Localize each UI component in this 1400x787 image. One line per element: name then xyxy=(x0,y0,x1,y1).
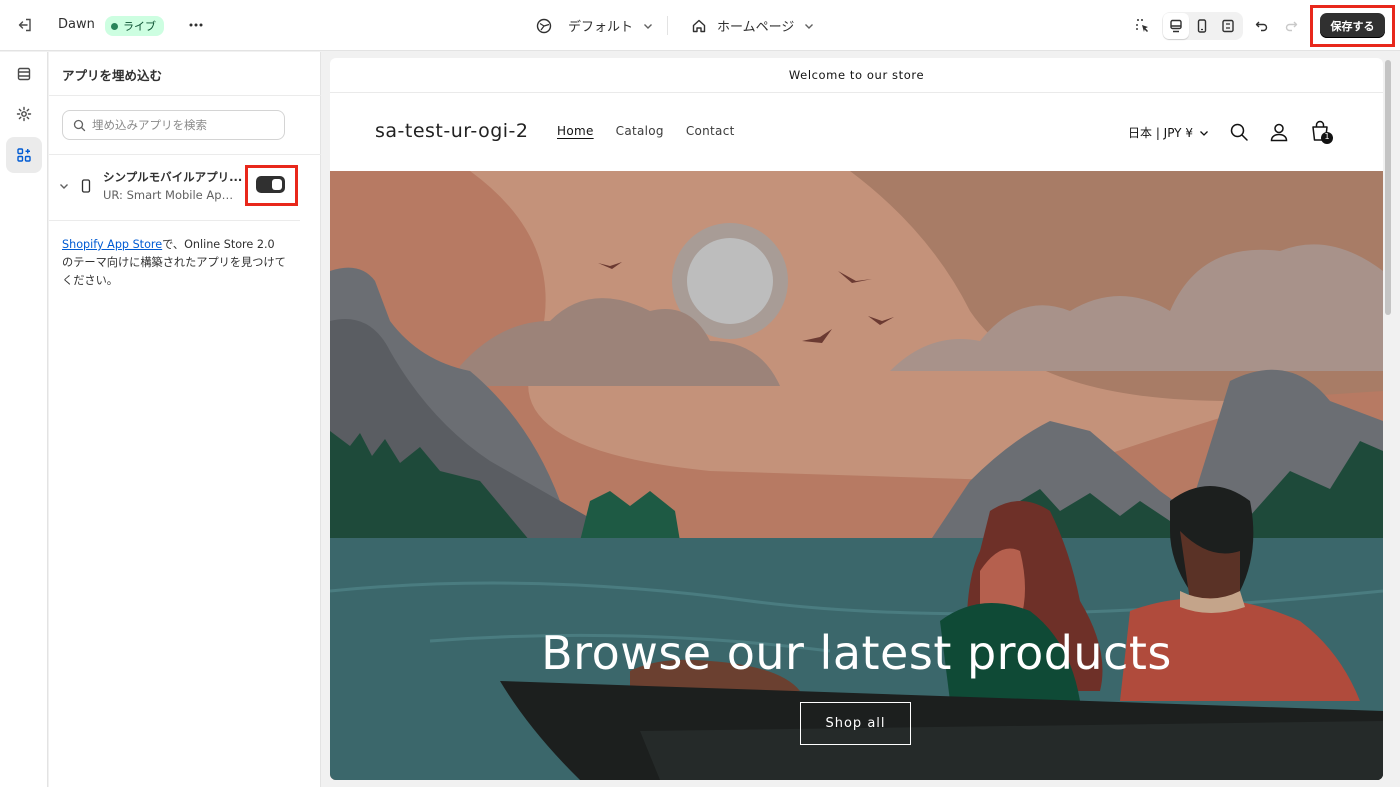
theme-name: Dawn xyxy=(58,17,95,32)
more-actions-icon[interactable] xyxy=(182,11,210,39)
left-rail xyxy=(0,52,48,787)
chevron-down-icon xyxy=(1200,130,1208,136)
redo-icon[interactable] xyxy=(1277,12,1305,40)
hero-illustration xyxy=(330,171,1383,780)
live-dot-icon xyxy=(111,22,118,30)
template-selector[interactable]: デフォルト xyxy=(536,16,653,35)
inspector-icon[interactable] xyxy=(1129,12,1157,40)
search-icon[interactable] xyxy=(1229,122,1249,142)
divider xyxy=(49,220,300,221)
top-bar: Dawn ライブ デフォルト ホームページ 保存する xyxy=(0,0,1400,51)
chevron-down-icon xyxy=(805,23,814,29)
search-input[interactable] xyxy=(92,118,272,132)
account-icon[interactable] xyxy=(1269,122,1289,142)
page-selector-label: ホームページ xyxy=(717,20,795,35)
desktop-view-icon[interactable] xyxy=(1163,13,1189,39)
store-nav: Home Catalog Contact xyxy=(557,124,735,138)
app-embeds-icon[interactable] xyxy=(6,137,42,173)
fullscreen-view-icon[interactable] xyxy=(1215,13,1241,39)
live-badge-label: ライブ xyxy=(123,20,156,33)
store-header: sa-test-ur-ogi-2 Home Catalog Contact 日本… xyxy=(330,93,1383,171)
divider xyxy=(667,16,668,35)
app-store-link[interactable]: Shopify App Store xyxy=(62,238,162,251)
nav-contact[interactable]: Contact xyxy=(686,124,735,138)
locale-label: 日本 | JPY ¥ xyxy=(1128,126,1193,140)
divider xyxy=(49,95,321,96)
search-icon xyxy=(73,119,86,131)
locale-selector[interactable]: 日本 | JPY ¥ xyxy=(1128,124,1209,141)
chevron-down-icon xyxy=(644,23,653,29)
theme-settings-icon[interactable] xyxy=(6,96,42,132)
page-selector[interactable]: ホームページ xyxy=(691,16,814,35)
shop-all-button[interactable]: Shop all xyxy=(800,702,911,745)
chevron-down-icon[interactable] xyxy=(59,181,69,191)
app-embeds-panel: アプリを埋め込む シンプルモバイルアプリ... UR: Smart Mobile… xyxy=(49,52,321,787)
mobile-app-icon xyxy=(81,179,91,193)
nav-catalog[interactable]: Catalog xyxy=(616,124,664,138)
nav-home[interactable]: Home xyxy=(557,124,594,138)
panel-title: アプリを埋め込む xyxy=(62,68,163,83)
store-logo[interactable]: sa-test-ur-ogi-2 xyxy=(375,120,529,142)
highlight-save-button xyxy=(1310,5,1395,47)
hero-banner: Browse our latest products Shop all xyxy=(330,171,1383,780)
preview-scrollbar[interactable] xyxy=(1385,60,1391,315)
exit-icon[interactable] xyxy=(11,11,39,39)
cart-count: 1 xyxy=(1324,132,1330,141)
store-preview: Welcome to our store sa-test-ur-ogi-2 Ho… xyxy=(330,58,1383,780)
app-name: シンプルモバイルアプリ... xyxy=(103,170,243,184)
undo-icon[interactable] xyxy=(1248,12,1276,40)
home-icon xyxy=(692,19,706,32)
divider xyxy=(49,154,321,155)
live-badge: ライブ xyxy=(105,16,164,36)
hero-title: Browse our latest products xyxy=(541,626,1172,680)
mobile-view-icon[interactable] xyxy=(1189,13,1215,39)
device-toggle-group xyxy=(1162,12,1243,40)
highlight-toggle xyxy=(245,165,298,206)
help-text: Shopify App Storeで、Online Store 2.0 のテーマ… xyxy=(62,236,287,290)
sections-icon[interactable] xyxy=(6,56,42,92)
search-box xyxy=(62,110,285,140)
announcement-bar: Welcome to our store xyxy=(330,58,1383,93)
app-subtitle: UR: Smart Mobile App ... xyxy=(103,188,238,202)
theme-style-icon xyxy=(536,18,552,33)
template-selector-label: デフォルト xyxy=(568,20,634,35)
